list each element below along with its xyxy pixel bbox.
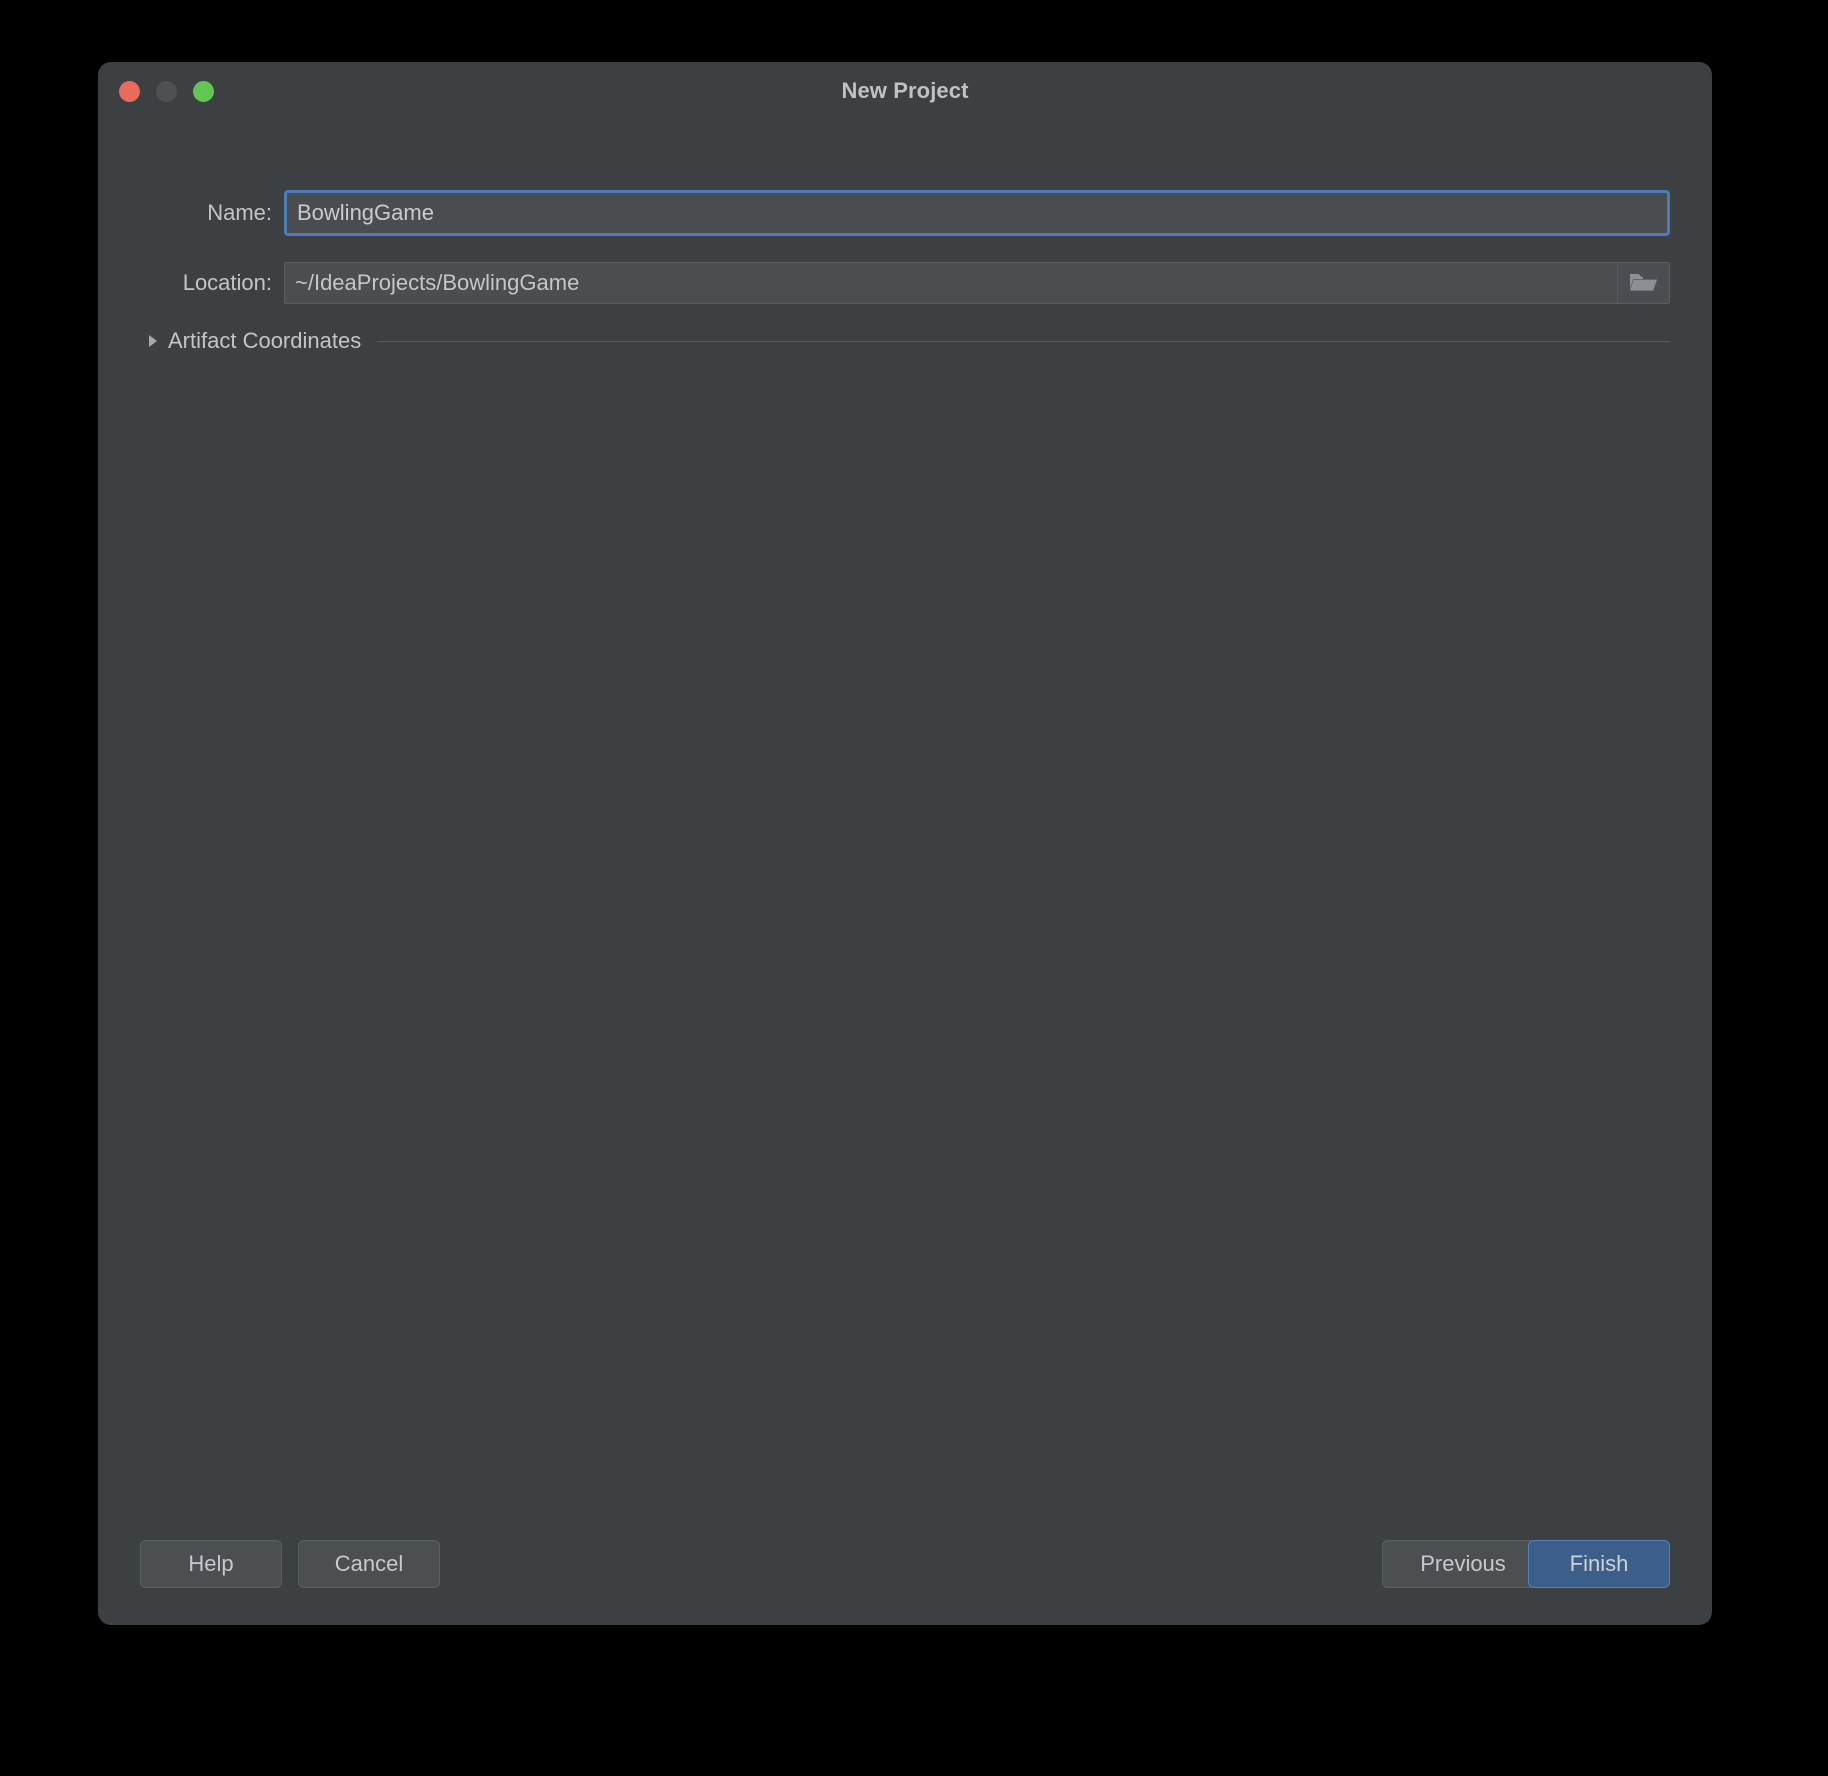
finish-button[interactable]: Finish bbox=[1528, 1540, 1670, 1588]
previous-button[interactable]: Previous bbox=[1382, 1540, 1544, 1588]
cancel-button[interactable]: Cancel bbox=[298, 1540, 440, 1588]
desktop-background: New Project Name: Location: bbox=[0, 0, 1828, 1776]
location-row: Location: bbox=[140, 262, 1670, 304]
folder-open-icon bbox=[1629, 271, 1659, 295]
browse-folder-button[interactable] bbox=[1617, 263, 1669, 303]
new-project-dialog: New Project Name: Location: bbox=[98, 62, 1712, 1625]
dialog-title: New Project bbox=[841, 78, 969, 103]
name-label: Name: bbox=[207, 200, 272, 225]
dialog-body: Name: Location: bbox=[98, 118, 1712, 1625]
dialog-footer: Help Cancel Previous Finish bbox=[98, 1515, 1712, 1625]
artifact-coordinates-section-header[interactable]: Artifact Coordinates bbox=[140, 324, 1670, 358]
name-input-wrapper[interactable] bbox=[284, 190, 1670, 236]
name-row: Name: bbox=[140, 190, 1670, 236]
chevron-right-icon[interactable] bbox=[140, 333, 166, 349]
location-label: Location: bbox=[182, 270, 272, 295]
help-button[interactable]: Help bbox=[140, 1540, 282, 1588]
location-input[interactable] bbox=[285, 263, 1617, 303]
location-field-wrapper[interactable] bbox=[284, 262, 1670, 304]
artifact-coordinates-label: Artifact Coordinates bbox=[168, 328, 362, 353]
dialog-titlebar: New Project bbox=[98, 62, 1712, 118]
name-input[interactable] bbox=[287, 193, 1667, 233]
section-separator bbox=[377, 340, 1670, 342]
